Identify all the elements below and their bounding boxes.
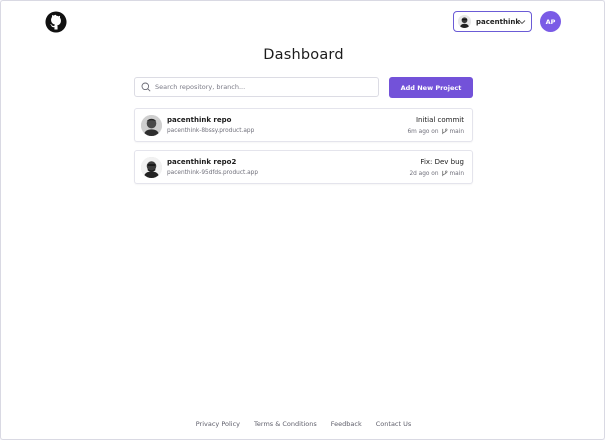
- project-card[interactable]: pacenthink repo2 pacenthink-95dfds.produ…: [134, 150, 473, 184]
- commit-time: 2d ago on: [409, 170, 439, 177]
- search-icon: [141, 82, 151, 92]
- project-avatar-icon: [141, 115, 162, 136]
- footer-link-privacy-policy[interactable]: Privacy Policy: [196, 420, 240, 428]
- add-new-project-button[interactable]: Add New Project: [389, 77, 473, 98]
- commit-time: 6m ago on: [407, 128, 439, 135]
- footer-link-feedback[interactable]: Feedback: [331, 420, 362, 428]
- account-avatar-button[interactable]: AP: [540, 11, 561, 32]
- chevron-down-icon: [518, 20, 526, 25]
- search-input[interactable]: [155, 83, 365, 91]
- app-frame: pacenthink AP Dashboard Add New Project …: [0, 0, 605, 440]
- user-avatar-icon: [458, 15, 471, 28]
- github-logo-icon[interactable]: [45, 11, 67, 33]
- project-name[interactable]: pacenthink repo2: [167, 158, 236, 166]
- commit-meta: 2d ago on main: [409, 170, 464, 177]
- project-url[interactable]: pacenthink-8bssy.product.app: [167, 128, 254, 134]
- page-title: Dashboard: [263, 47, 344, 63]
- commit-message: Initial commit: [415, 116, 464, 124]
- project-name[interactable]: pacenthink repo: [167, 116, 231, 124]
- branch-name: main: [449, 128, 464, 135]
- git-branch-icon: [441, 170, 447, 177]
- git-branch-icon: [441, 128, 447, 135]
- project-avatar-icon: [141, 157, 162, 178]
- commit-message: Fix: Dev bug: [420, 158, 464, 166]
- search-box[interactable]: [134, 77, 379, 97]
- project-card[interactable]: pacenthink repo pacenthink-8bssy.product…: [134, 108, 473, 142]
- user-name: pacenthink: [476, 17, 520, 26]
- footer-link-contact-us[interactable]: Contact Us: [376, 420, 412, 428]
- project-url[interactable]: pacenthink-95dfds.product.app: [167, 170, 258, 176]
- footer: Privacy Policy Terms & Conditions Feedba…: [1, 420, 604, 428]
- user-switcher-dropdown[interactable]: pacenthink: [453, 11, 532, 32]
- footer-link-terms-conditions[interactable]: Terms & Conditions: [254, 420, 317, 428]
- commit-meta: 6m ago on main: [407, 128, 464, 135]
- branch-name: main: [449, 170, 464, 177]
